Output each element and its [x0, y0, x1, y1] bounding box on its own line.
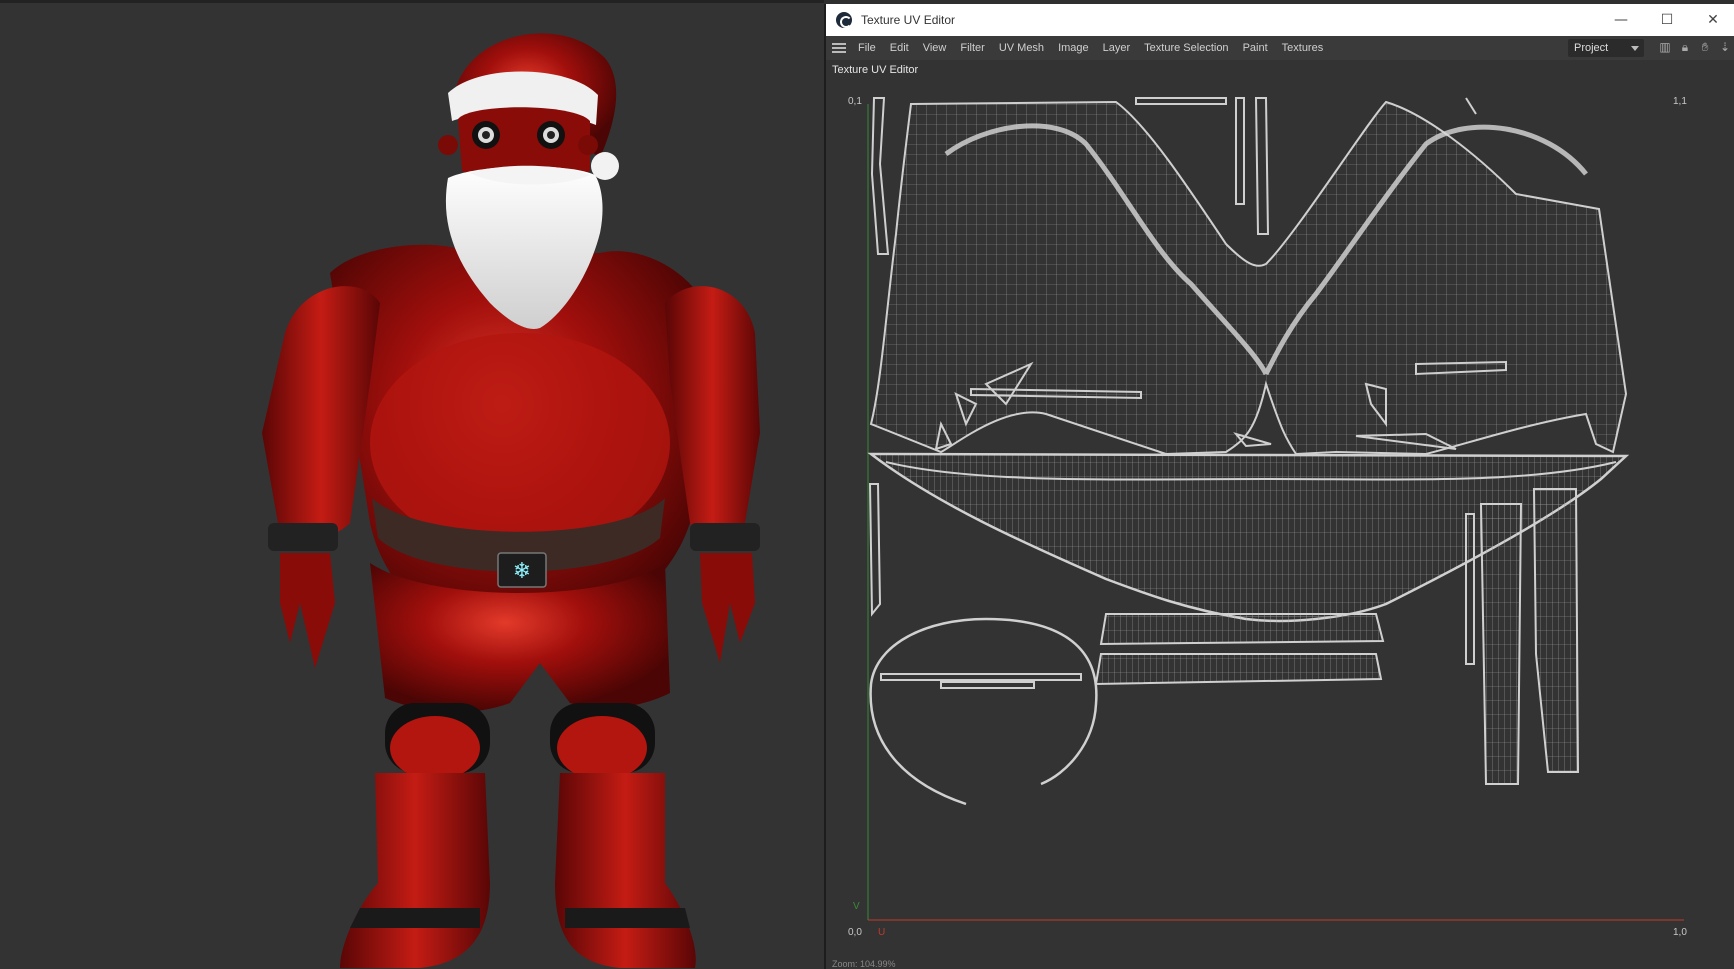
- menu-textures[interactable]: Textures: [1282, 42, 1324, 54]
- uv-mesh-wireframe: [867, 97, 1684, 921]
- uv-corner-bottom-right: 1,0: [1673, 927, 1687, 938]
- lock-icon[interactable]: 🔒︎: [1678, 39, 1692, 55]
- window-titlebar[interactable]: Texture UV Editor — ☐ ✕: [826, 4, 1734, 36]
- texture-uv-editor-window: Texture UV Editor — ☐ ✕ File Edit View F…: [824, 4, 1734, 969]
- panel-title: Texture UV Editor: [832, 64, 919, 76]
- chevron-down-icon: [1631, 46, 1639, 51]
- uv-corner-bottom-left: 0,0: [848, 927, 862, 938]
- u-axis-label: U: [878, 927, 886, 938]
- 3d-viewport[interactable]: ❄: [0, 0, 824, 969]
- menu-layer[interactable]: Layer: [1103, 42, 1131, 54]
- hand-icon[interactable]: ✋︎: [1698, 39, 1712, 55]
- uv-corner-top-right: 1,1: [1673, 96, 1687, 107]
- menu-uv-mesh[interactable]: UV Mesh: [999, 42, 1044, 54]
- uv-shell-strip-1: [1479, 503, 1523, 785]
- maximize-button[interactable]: ☐: [1644, 4, 1690, 36]
- uv-shell-belt-2: [1094, 653, 1383, 686]
- hamburger-menu-icon[interactable]: [832, 43, 846, 53]
- project-dropdown-value: Project: [1574, 42, 1609, 54]
- menu-image[interactable]: Image: [1058, 42, 1089, 54]
- close-button[interactable]: ✕: [1690, 4, 1734, 36]
- uv-shell-strip-2: [1532, 488, 1580, 773]
- cinema4d-app-icon: [836, 12, 852, 28]
- robot-santa-model: ❄: [262, 33, 760, 968]
- menu-view[interactable]: View: [923, 42, 947, 54]
- uv-canvas[interactable]: 0,1 1,1 0,0 1,0 V U: [826, 84, 1734, 969]
- menu-filter[interactable]: Filter: [960, 42, 984, 54]
- menu-edit[interactable]: Edit: [890, 42, 909, 54]
- histogram-icon[interactable]: ▥: [1658, 39, 1672, 55]
- menu-paint[interactable]: Paint: [1243, 42, 1268, 54]
- status-bar-text: Zoom: 104.99%: [832, 959, 896, 969]
- uv-corner-top-left: 0,1: [848, 96, 862, 107]
- menu-file[interactable]: File: [858, 42, 876, 54]
- app-root: ❄ Texture UV Editor — ☐ ✕ File Edit View…: [0, 0, 1734, 969]
- project-dropdown[interactable]: Project: [1568, 39, 1644, 57]
- minimize-button[interactable]: —: [1598, 4, 1644, 36]
- uv-shell-head: [869, 617, 1098, 806]
- arrow-down-icon[interactable]: ⇣: [1718, 39, 1732, 55]
- left-arm: [262, 286, 380, 538]
- right-boot: [555, 773, 696, 968]
- v-axis-label: V: [853, 901, 860, 912]
- window-title: Texture UV Editor: [861, 13, 956, 27]
- menu-texture-selection[interactable]: Texture Selection: [1144, 42, 1228, 54]
- uv-shell-torso: [869, 100, 1628, 456]
- menubar: File Edit View Filter UV Mesh Image Laye…: [826, 36, 1734, 60]
- uv-shell-belt-1: [1099, 613, 1385, 646]
- svg-text:❄: ❄: [513, 559, 531, 584]
- left-boot: [340, 773, 490, 968]
